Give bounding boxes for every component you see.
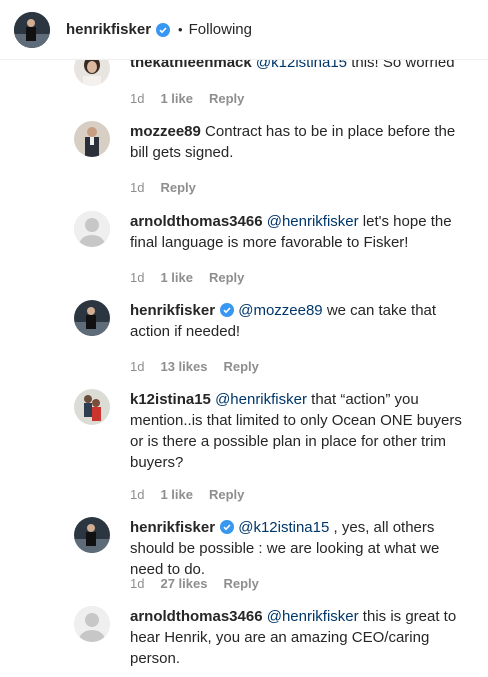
comment-time[interactable]: 1d xyxy=(130,359,144,374)
comment-likes[interactable]: 27 likes xyxy=(160,576,207,591)
comment-mention[interactable]: @henrikfisker xyxy=(215,391,307,408)
comment-username[interactable]: mozzee89 xyxy=(130,123,201,140)
comment-list: thekathleenmack @k12istina15 this! So wo… xyxy=(0,0,488,677)
user-avatar[interactable] xyxy=(74,300,110,336)
verified-badge-icon xyxy=(220,303,235,317)
reply-button[interactable]: Reply xyxy=(209,487,244,502)
comment-text: mozzee89 Contract has to be in place bef… xyxy=(130,121,470,163)
comment-likes[interactable]: 13 likes xyxy=(160,359,207,374)
header-username[interactable]: henrikfisker xyxy=(66,21,151,38)
comment-meta: 1d 1 like Reply xyxy=(130,487,260,502)
user-avatar[interactable] xyxy=(74,121,110,157)
comment-time[interactable]: 1d xyxy=(130,270,144,285)
comment-likes[interactable]: 1 like xyxy=(160,91,193,106)
comment-username[interactable]: henrikfisker xyxy=(130,519,215,536)
reply-button[interactable]: Reply xyxy=(223,576,258,591)
reply-button[interactable]: Reply xyxy=(223,359,258,374)
user-avatar[interactable] xyxy=(74,517,110,553)
comment-mention[interactable]: @henrikfisker xyxy=(267,213,359,230)
comment-time[interactable]: 1d xyxy=(130,487,144,502)
comment-username[interactable]: arnoldthomas3466 xyxy=(130,608,263,625)
comment-time[interactable]: 1d xyxy=(130,576,144,591)
comment-likes[interactable]: 1 like xyxy=(160,487,193,502)
comment-username[interactable]: henrikfisker xyxy=(130,302,215,319)
comment-text: k12istina15 @henrikfisker that “action” … xyxy=(130,389,470,473)
reply-button[interactable]: Reply xyxy=(209,91,244,106)
comment-text: arnoldthomas3466 @henrikfisker this is g… xyxy=(130,606,470,669)
default-avatar-icon[interactable] xyxy=(74,606,110,642)
reply-button[interactable]: Reply xyxy=(209,270,244,285)
user-avatar[interactable] xyxy=(74,389,110,425)
following-button[interactable]: Following xyxy=(189,21,252,38)
default-avatar-icon[interactable] xyxy=(74,211,110,247)
verified-badge-icon xyxy=(220,520,235,534)
separator-dot: • xyxy=(178,22,183,37)
comment-text: henrikfisker @k12istina15 , yes, all oth… xyxy=(130,517,470,580)
comment-time[interactable]: 1d xyxy=(130,180,144,195)
comment-text: henrikfisker @mozzee89 we can take that … xyxy=(130,300,470,342)
comment-meta: 1d 13 likes Reply xyxy=(130,359,275,374)
comment-mention[interactable]: @k12istina15 xyxy=(238,519,329,536)
comment-mention[interactable]: @henrikfisker xyxy=(267,608,359,625)
comment-username[interactable]: k12istina15 xyxy=(130,391,211,408)
verified-badge-icon xyxy=(156,22,171,37)
comment-meta: 1d Reply xyxy=(130,180,212,195)
post-header: henrikfisker • Following xyxy=(0,0,488,60)
comment-meta: 1d 1 like Reply xyxy=(130,270,260,285)
comment-mention[interactable]: @mozzee89 xyxy=(238,302,322,319)
comment-meta: 1d 27 likes Reply xyxy=(130,576,275,591)
header-avatar[interactable] xyxy=(14,11,50,48)
comment-meta: 1d 1 like Reply xyxy=(130,91,260,106)
comment-text: arnoldthomas3466 @henrikfisker let's hop… xyxy=(130,211,470,253)
comment-likes[interactable]: 1 like xyxy=(160,270,193,285)
reply-button[interactable]: Reply xyxy=(160,180,195,195)
comment-username[interactable]: arnoldthomas3466 xyxy=(130,213,263,230)
comment-time[interactable]: 1d xyxy=(130,91,144,106)
